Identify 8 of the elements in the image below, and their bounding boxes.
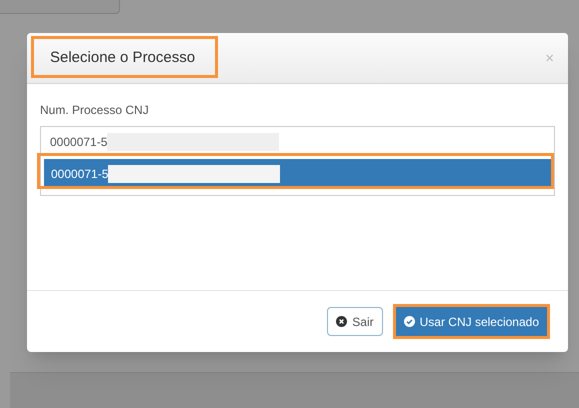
field-label: Num. Processo CNJ [40, 102, 150, 119]
close-circle-icon [336, 316, 348, 327]
list-option[interactable]: 0000071-5 [50, 133, 108, 151]
check-circle-icon [404, 316, 415, 327]
exit-button[interactable]: Sair [327, 307, 383, 336]
dialog-title: Selecione o Processo [50, 48, 196, 68]
use-selected-button[interactable]: Usar CNJ selecionado [396, 307, 547, 336]
list-option[interactable]: 0000071-5 [51, 165, 108, 183]
